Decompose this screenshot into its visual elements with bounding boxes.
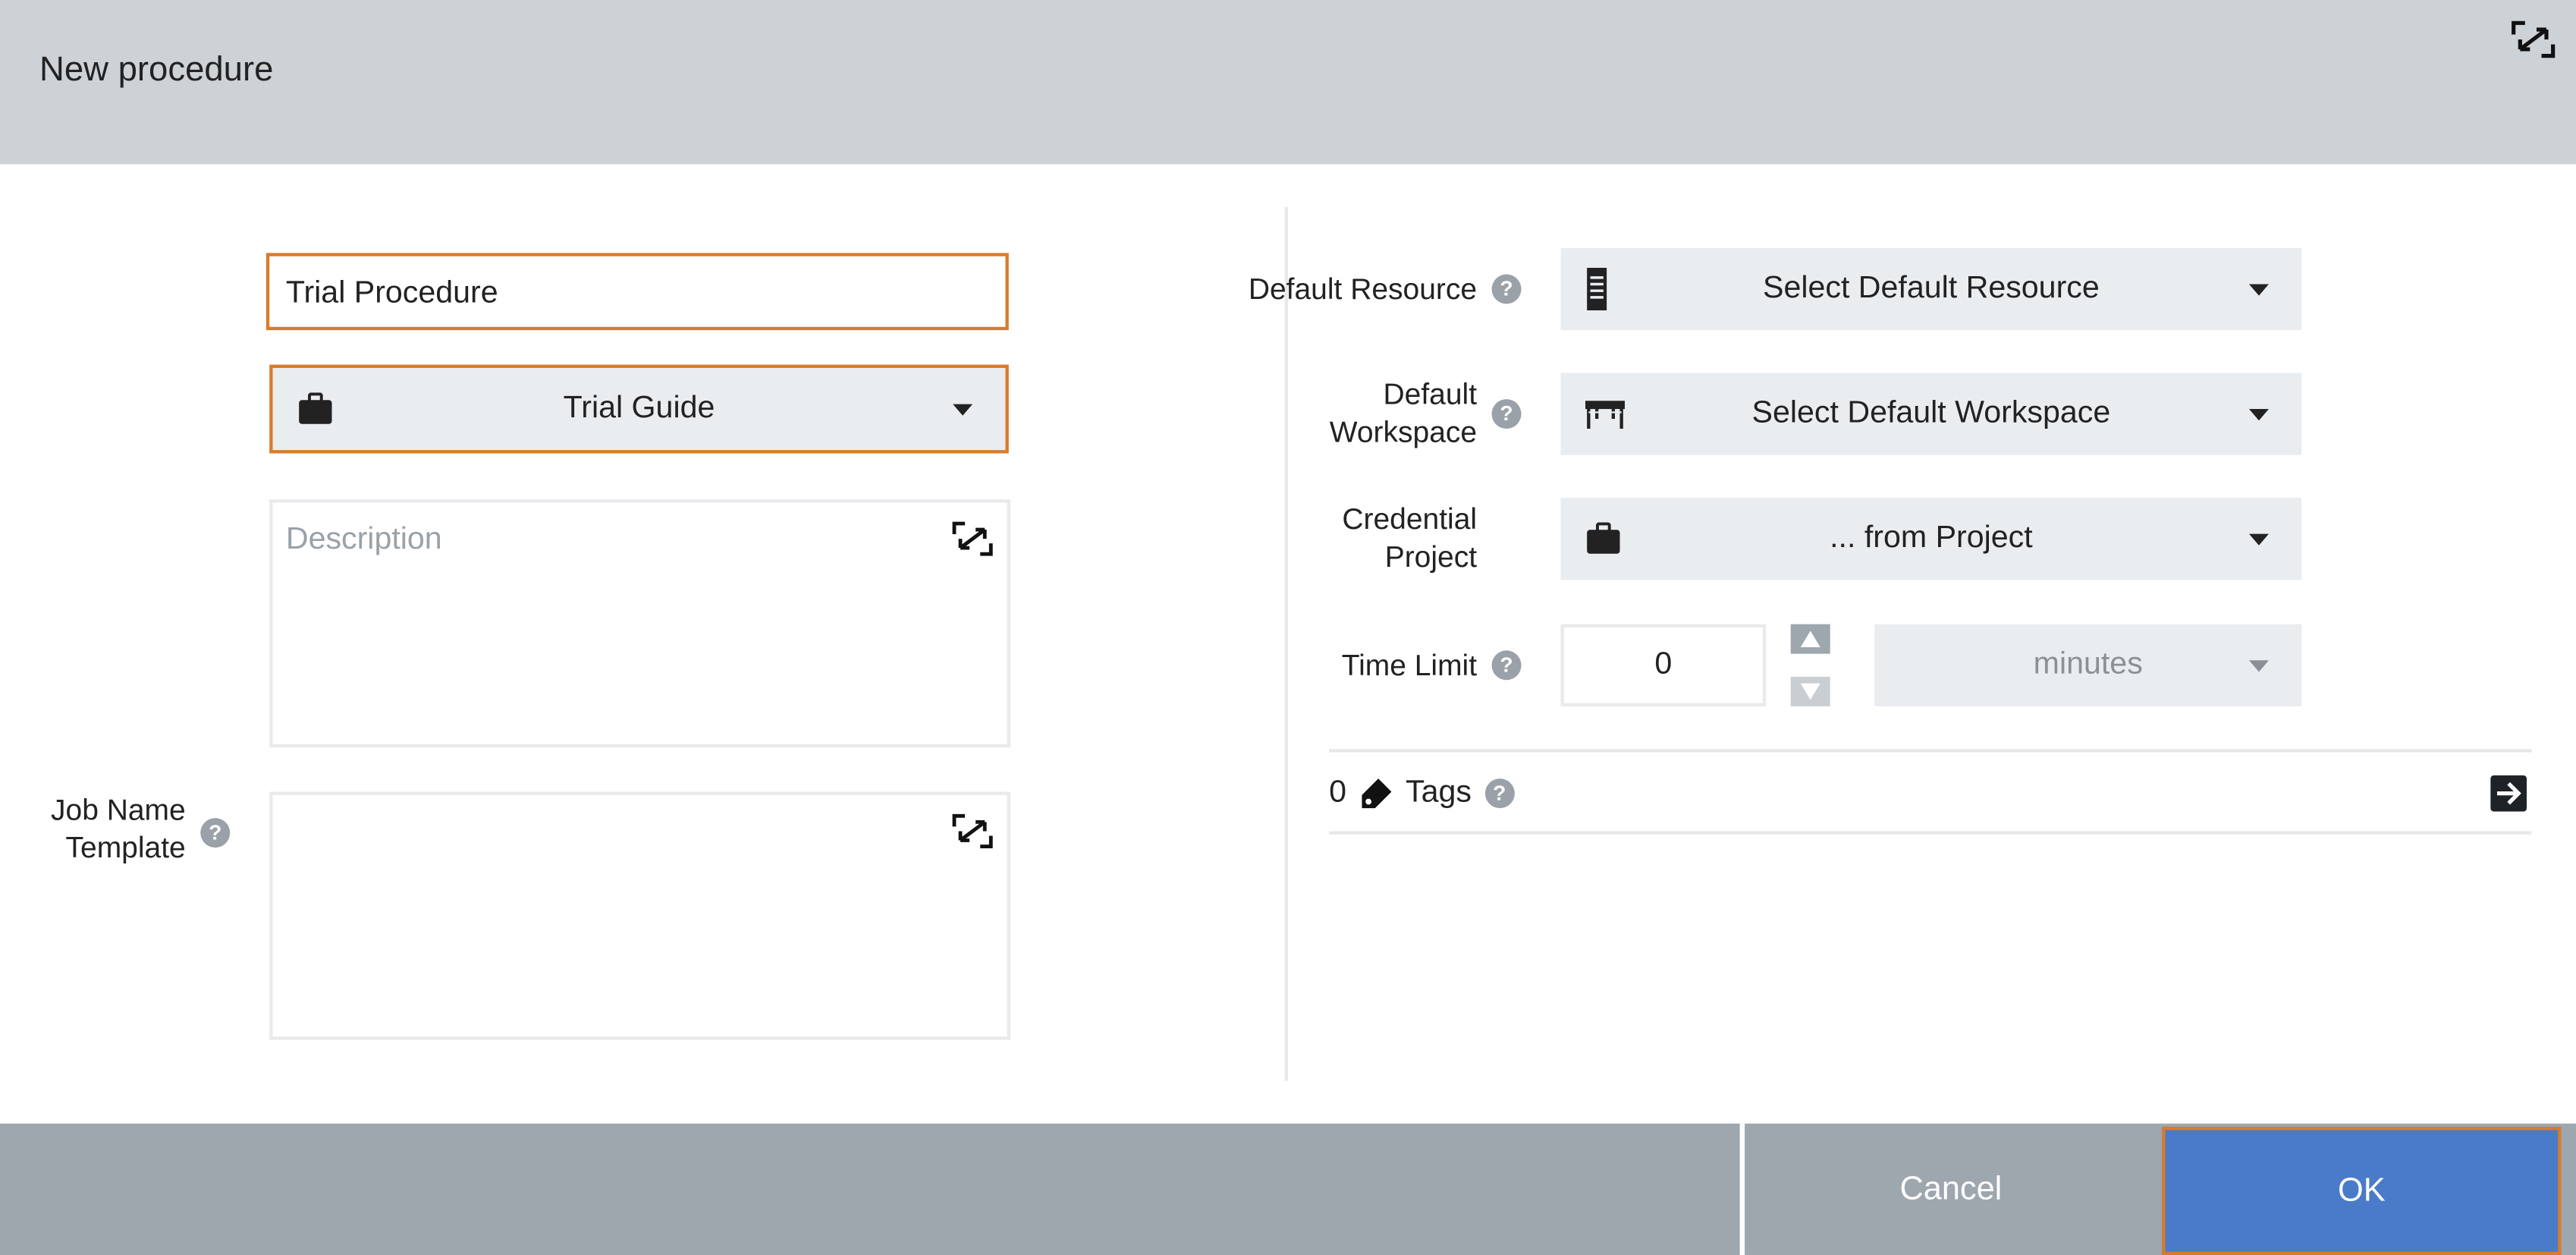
time-limit-label: Time Limit [1341,649,1478,682]
cancel-button[interactable]: Cancel [1745,1124,2157,1255]
chevron-down-icon [2248,284,2269,296]
increment-button[interactable] [1790,624,1830,654]
chevron-down-icon [2248,533,2269,546]
default-resource-label: Default Resource [1248,272,1478,306]
procedure-name-value: Trial Procedure [285,275,498,311]
help-icon[interactable]: ? [1491,274,1522,304]
maximize-icon[interactable] [2510,20,2556,59]
chevron-down-icon [953,404,973,416]
help-icon[interactable]: ? [1491,399,1522,429]
credential-project-label-text: Credential Project [1342,502,1478,574]
time-unit-value: minutes [2033,646,2143,682]
expand-icon[interactable] [951,519,994,558]
time-unit-select[interactable]: minutes [1874,624,2302,706]
dialog-header [0,0,2576,165]
guide-value: Trial Guide [563,391,715,426]
job-name-template-label: Job Name Template [51,793,186,864]
briefcase-icon [1587,522,1620,554]
tag-icon [1361,778,1391,809]
default-workspace-label-text: Default Workspace [1329,377,1478,449]
chevron-down-icon [2248,409,2269,421]
cancel-label: Cancel [1899,1171,2003,1208]
server-icon [1587,267,1607,311]
divider [1329,749,2532,753]
default-workspace-label: Default Workspace [1150,376,1477,452]
description-textarea[interactable]: Description [269,499,1010,748]
tags-count: 0 [1329,775,1347,810]
tags-label: Tags [1406,775,1472,810]
default-workspace-select[interactable]: Select Default Workspace [1560,373,2302,455]
credential-project-value: ... from Project [1830,521,2033,555]
chevron-down-icon [2248,660,2269,672]
default-workspace-value: Select Default Workspace [1751,395,2111,431]
dialog-title: New procedure [39,51,274,89]
time-limit-input[interactable]: 0 [1560,624,1767,706]
help-icon[interactable]: ? [1484,778,1515,809]
arrow-up-icon [1800,631,1820,647]
expand-icon[interactable] [951,811,994,851]
default-resource-select[interactable]: Select Default Resource [1560,247,2302,331]
divider [1329,831,2532,835]
default-resource-value: Select Default Resource [1763,271,2100,306]
description-placeholder: Description [285,522,442,557]
workbench-icon [1585,401,1625,429]
open-tags-icon[interactable] [2489,774,2528,813]
column-divider [1284,206,1288,1081]
guide-select[interactable]: Trial Guide [269,364,1009,454]
decrement-button[interactable] [1790,676,1830,706]
credential-project-label: Credential Project [1150,501,1477,577]
ok-label: OK [2338,1172,2386,1209]
help-icon[interactable]: ? [200,818,231,848]
arrow-down-icon [1800,683,1820,700]
tags-row[interactable]: 0 Tags ? [1329,775,1515,812]
briefcase-icon [299,392,332,424]
new-procedure-dialog: New procedure Trial Procedure Trial Guid… [0,0,2576,1255]
procedure-name-input[interactable]: Trial Procedure [265,253,1009,331]
credential-project-select[interactable]: ... from Project [1560,497,2302,580]
job-name-template-textarea[interactable] [269,791,1010,1040]
ok-button[interactable]: OK [2162,1127,2562,1255]
help-icon[interactable]: ? [1491,650,1522,681]
time-limit-value: 0 [1654,646,1673,682]
